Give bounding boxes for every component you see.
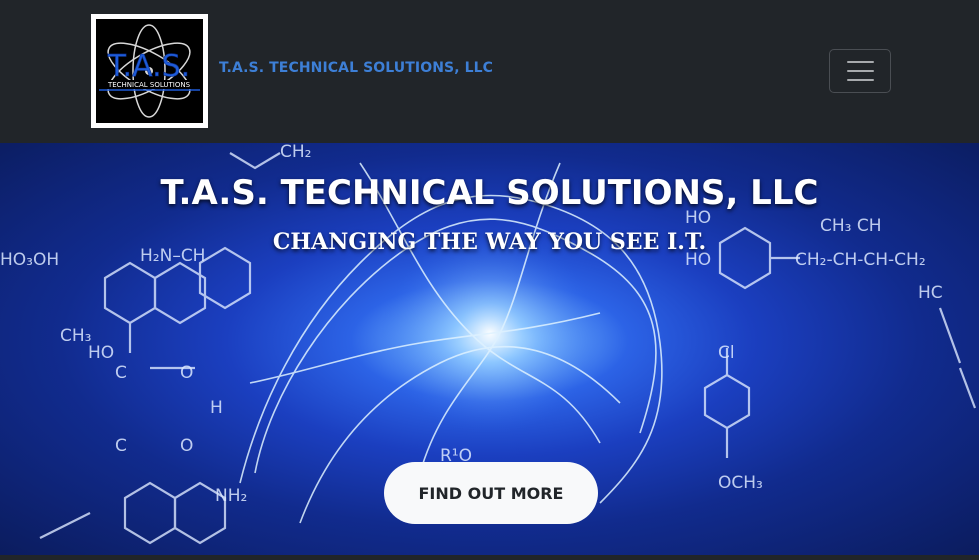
hamburger-line (847, 79, 874, 81)
logo-big-text: T.A.S. (107, 49, 190, 84)
svg-text:HC: HC (918, 283, 943, 303)
svg-text:NH₂: NH₂ (215, 486, 247, 506)
section-divider (0, 555, 979, 560)
hero-title: T.A.S. TECHNICAL SOLUTIONS, LLC (160, 173, 819, 213)
svg-text:OCH₃: OCH₃ (718, 473, 763, 493)
find-out-more-button[interactable]: FIND OUT MORE (384, 462, 598, 524)
navbar: T.A.S. TECHNICAL SOLUTIONS T.A.S. TECHNI… (0, 0, 979, 143)
menu-toggle-button[interactable] (829, 49, 891, 93)
hamburger-line (847, 70, 874, 72)
svg-text:CH₃: CH₃ (60, 326, 91, 346)
svg-text:C: C (115, 436, 127, 456)
brand-name[interactable]: T.A.S. TECHNICAL SOLUTIONS, LLC (219, 60, 493, 76)
svg-text:H: H (210, 398, 223, 418)
hamburger-menu-icon (847, 61, 874, 63)
svg-text:O: O (180, 363, 193, 383)
svg-text:HO: HO (88, 343, 114, 363)
logo-image: T.A.S. TECHNICAL SOLUTIONS (96, 19, 203, 123)
svg-text:CH₂: CH₂ (280, 143, 311, 162)
svg-text:O: O (180, 436, 193, 456)
logo-link[interactable]: T.A.S. TECHNICAL SOLUTIONS (91, 14, 208, 128)
hero-subtitle: CHANGING THE WAY YOU SEE I.T. (272, 229, 707, 255)
logo-small-text: TECHNICAL SOLUTIONS (107, 81, 191, 89)
svg-text:Cl: Cl (718, 343, 735, 363)
hero-section: H₂N–CH CH₃ HO C O C O H HO HO CH₂-CH-CH-… (0, 143, 979, 555)
svg-text:C: C (115, 363, 127, 383)
